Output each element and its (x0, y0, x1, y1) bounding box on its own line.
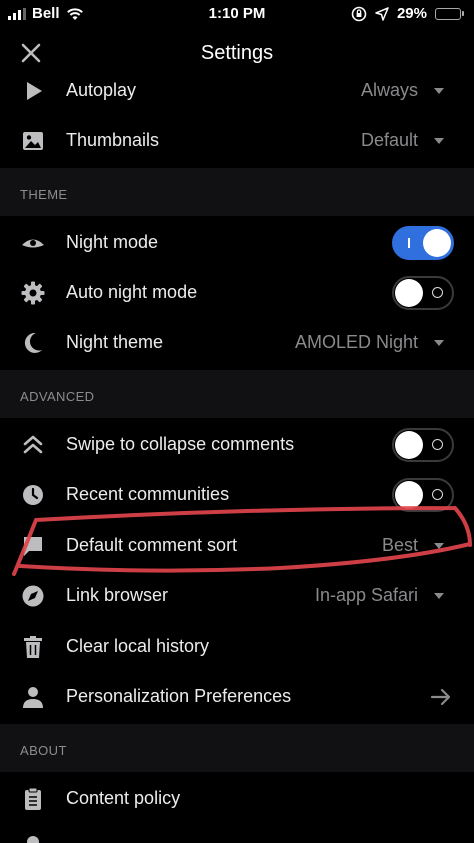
setting-link-browser[interactable]: Link browser In-app Safari (0, 571, 474, 621)
location-icon (375, 6, 389, 21)
chevron-down-icon (434, 88, 444, 94)
section-heading: THEME (20, 187, 68, 202)
partial-row-icon (27, 836, 39, 843)
setting-label: Swipe to collapse comments (66, 434, 295, 454)
collapse-icon (23, 435, 43, 454)
section-advanced: ADVANCED (0, 370, 474, 418)
setting-night-theme[interactable]: Night theme AMOLED Night (0, 318, 474, 368)
auto-night-mode-toggle[interactable] (392, 276, 454, 310)
section-about: ABOUT (0, 724, 474, 772)
section-heading: ABOUT (20, 743, 67, 758)
comment-icon (24, 537, 42, 556)
orientation-lock-icon (351, 6, 367, 21)
setting-autoplay[interactable]: Autoplay Always (0, 66, 474, 116)
trash-icon (24, 636, 42, 658)
setting-label: Auto night mode (66, 282, 198, 302)
person-icon (23, 687, 43, 708)
setting-value: In-app Safari (314, 585, 418, 605)
setting-auto-night-mode[interactable]: Auto night mode (0, 268, 474, 318)
battery-icon (435, 7, 464, 20)
chevron-down-icon (434, 593, 444, 599)
setting-label: Link browser (66, 585, 169, 605)
setting-value: AMOLED Night (294, 332, 418, 352)
section-heading: ADVANCED (20, 389, 95, 404)
chevron-down-icon (434, 138, 444, 144)
clipboard-icon (25, 787, 41, 810)
setting-default-comment-sort[interactable]: Default comment sort Best (0, 521, 474, 571)
eye-icon (22, 239, 44, 248)
setting-value: Always (360, 80, 418, 100)
setting-value: Best (381, 535, 418, 555)
gear-icon (21, 281, 45, 305)
setting-night-mode[interactable]: Night mode (0, 218, 474, 268)
setting-label: Thumbnails (66, 130, 160, 150)
setting-label: Night theme (66, 332, 164, 352)
setting-personalization[interactable]: Personalization Preferences (0, 672, 474, 722)
clock-icon (23, 485, 43, 505)
recent-communities-toggle[interactable] (392, 478, 454, 512)
setting-content-policy[interactable]: Content policy (0, 774, 474, 824)
battery-percent: 29% (396, 5, 427, 22)
chevron-down-icon (434, 543, 444, 549)
section-theme: THEME (0, 168, 474, 216)
moon-icon (24, 332, 42, 353)
setting-swipe-collapse[interactable]: Swipe to collapse comments (0, 420, 474, 470)
setting-label: Night mode (66, 232, 159, 252)
setting-label: Clear local history (66, 636, 210, 656)
status-bar: Bell 1:10 PM 29% (0, 0, 474, 28)
page-title: Settings (200, 42, 274, 64)
setting-clear-history[interactable]: Clear local history (0, 622, 474, 672)
chevron-down-icon (434, 340, 444, 346)
setting-label: Default comment sort (66, 535, 238, 555)
image-icon (23, 132, 43, 150)
compass-icon (22, 585, 44, 607)
setting-label: Recent communities (66, 484, 230, 504)
setting-label: Content policy (66, 788, 181, 808)
swipe-collapse-toggle[interactable] (392, 428, 454, 462)
setting-thumbnails[interactable]: Thumbnails Default (0, 116, 474, 166)
arrow-right-icon (430, 688, 451, 706)
setting-value: Default (360, 130, 418, 150)
status-right: 29% (351, 5, 464, 22)
night-mode-toggle[interactable] (392, 226, 454, 260)
setting-label: Autoplay (66, 80, 137, 100)
play-icon (27, 82, 42, 100)
setting-label: Personalization Preferences (66, 686, 292, 706)
setting-recent-communities[interactable]: Recent communities (0, 470, 474, 520)
